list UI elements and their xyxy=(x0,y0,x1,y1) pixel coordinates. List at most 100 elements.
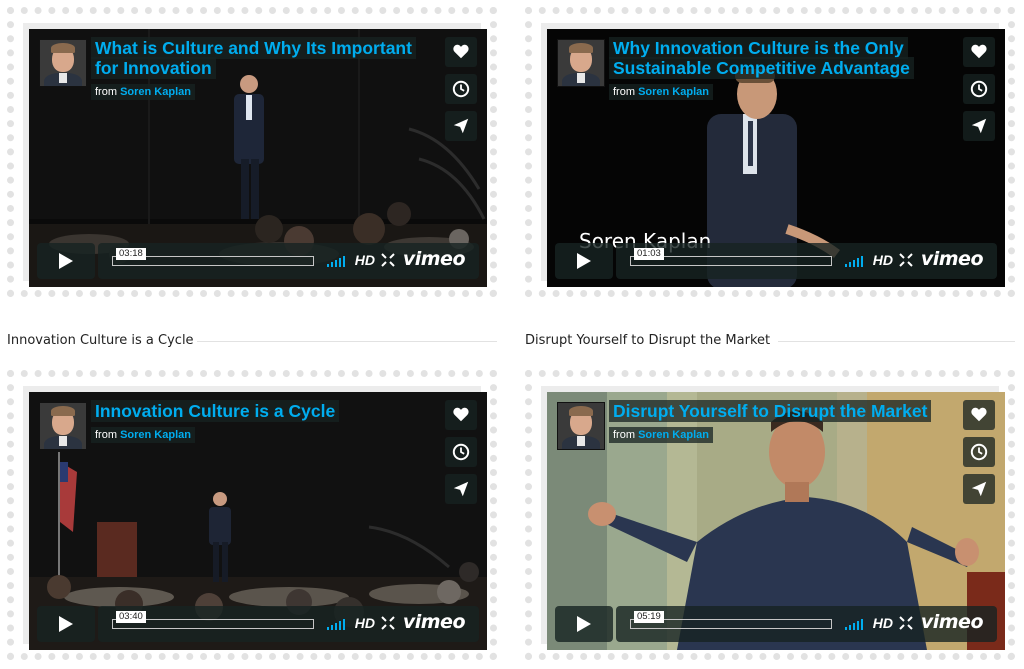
byline-from: from xyxy=(95,86,117,98)
author-link[interactable]: Soren Kaplan xyxy=(638,429,709,441)
watch-later-button[interactable] xyxy=(963,437,995,467)
fullscreen-icon[interactable] xyxy=(381,616,395,630)
fullscreen-icon[interactable] xyxy=(899,616,913,630)
volume-bars-icon[interactable] xyxy=(845,255,867,267)
side-buttons xyxy=(963,37,995,148)
video-title[interactable]: Innovation Culture is a Cycle xyxy=(91,400,340,422)
duration-label: 01:03 xyxy=(634,248,664,260)
duration-label: 03:40 xyxy=(116,611,146,623)
video-player[interactable]: Disrupt Yourself to Disrupt the Market f… xyxy=(547,392,1005,650)
byline: from Soren Kaplan xyxy=(91,84,195,100)
like-button[interactable] xyxy=(445,400,477,430)
fullscreen-icon[interactable] xyxy=(381,253,395,267)
volume-bars-icon[interactable] xyxy=(845,618,867,630)
video-card: Soren Kaplan Why Innovation Culture is t… xyxy=(525,7,1015,297)
vimeo-logo[interactable]: vimeo xyxy=(403,248,466,270)
byline: from Soren Kaplan xyxy=(609,84,713,100)
video-card: Disrupt Yourself to Disrupt the Market f… xyxy=(525,370,1015,660)
watch-later-button[interactable] xyxy=(445,437,477,467)
side-buttons xyxy=(963,400,995,511)
player-controls: 05:19 HD vimeo xyxy=(555,606,997,642)
video-title-line1[interactable]: Disrupt Yourself to Disrupt the Market xyxy=(609,400,932,422)
side-buttons xyxy=(445,400,477,511)
video-title[interactable]: What is Culture and Why Its Important fo… xyxy=(91,37,416,79)
video-title-line1[interactable]: Innovation Culture is a Cycle xyxy=(91,400,340,422)
progress-bar[interactable]: 03:40 xyxy=(112,611,314,629)
like-button[interactable] xyxy=(445,37,477,67)
duration-label: 05:19 xyxy=(634,611,664,623)
progress-bar[interactable]: 05:19 xyxy=(630,611,832,629)
share-button[interactable] xyxy=(963,474,995,504)
paper-plane-icon xyxy=(971,481,987,497)
video-card: What is Culture and Why Its Important fo… xyxy=(7,7,497,297)
control-bar: 01:03 HD vimeo xyxy=(616,243,997,279)
play-icon xyxy=(59,616,73,632)
section-label: Innovation Culture is a Cycle xyxy=(7,333,194,348)
watch-later-button[interactable] xyxy=(963,74,995,104)
author-link[interactable]: Soren Kaplan xyxy=(120,86,191,98)
like-button[interactable] xyxy=(963,400,995,430)
share-button[interactable] xyxy=(963,111,995,141)
video-title[interactable]: Why Innovation Culture is the Only Susta… xyxy=(609,37,914,79)
fullscreen-icon[interactable] xyxy=(899,253,913,267)
author-avatar[interactable] xyxy=(39,39,87,87)
clock-icon xyxy=(970,443,988,461)
clock-icon xyxy=(970,80,988,98)
byline: from Soren Kaplan xyxy=(609,427,713,443)
play-icon xyxy=(577,253,591,269)
clock-icon xyxy=(452,443,470,461)
hd-toggle[interactable]: HD xyxy=(355,252,375,268)
hd-toggle[interactable]: HD xyxy=(873,615,893,631)
video-player[interactable]: Soren Kaplan Why Innovation Culture is t… xyxy=(547,29,1005,287)
video-title[interactable]: Disrupt Yourself to Disrupt the Market xyxy=(609,400,932,422)
video-player[interactable]: Innovation Culture is a Cycle from Soren… xyxy=(29,392,487,650)
section-divider xyxy=(778,341,1015,342)
play-button[interactable] xyxy=(555,606,613,642)
vimeo-logo[interactable]: vimeo xyxy=(921,248,984,270)
volume-bars-icon[interactable] xyxy=(327,618,349,630)
video-title-line2[interactable]: Sustainable Competitive Advantage xyxy=(609,57,914,79)
video-title-line2[interactable]: for Innovation xyxy=(91,57,216,79)
video-title-line1[interactable]: What is Culture and Why Its Important xyxy=(91,37,416,59)
heart-icon xyxy=(453,44,469,59)
play-button[interactable] xyxy=(37,606,95,642)
video-title-line1[interactable]: Why Innovation Culture is the Only xyxy=(609,37,908,59)
play-icon xyxy=(59,253,73,269)
author-avatar[interactable] xyxy=(557,402,605,450)
paper-plane-icon xyxy=(971,118,987,134)
duration-label: 03:18 xyxy=(116,248,146,260)
share-button[interactable] xyxy=(445,111,477,141)
byline: from Soren Kaplan xyxy=(91,427,195,443)
author-link[interactable]: Soren Kaplan xyxy=(120,429,191,441)
author-avatar[interactable] xyxy=(557,39,605,87)
like-button[interactable] xyxy=(963,37,995,67)
side-buttons xyxy=(445,37,477,148)
play-button[interactable] xyxy=(555,243,613,279)
hd-toggle[interactable]: HD xyxy=(355,615,375,631)
share-button[interactable] xyxy=(445,474,477,504)
author-avatar[interactable] xyxy=(39,402,87,450)
byline-from: from xyxy=(613,86,635,98)
video-card: Innovation Culture is a Cycle from Soren… xyxy=(7,370,497,660)
hd-toggle[interactable]: HD xyxy=(873,252,893,268)
clock-icon xyxy=(452,80,470,98)
vimeo-logo[interactable]: vimeo xyxy=(403,611,466,633)
play-button[interactable] xyxy=(37,243,95,279)
heart-icon xyxy=(971,407,987,422)
player-controls: 03:40 HD vimeo xyxy=(37,606,479,642)
player-controls: 03:18 HD vimeo xyxy=(37,243,479,279)
section-divider xyxy=(197,341,497,342)
player-controls: 01:03 HD vimeo xyxy=(555,243,997,279)
heart-icon xyxy=(453,407,469,422)
watch-later-button[interactable] xyxy=(445,74,477,104)
progress-bar[interactable]: 03:18 xyxy=(112,248,314,266)
author-link[interactable]: Soren Kaplan xyxy=(638,86,709,98)
video-player[interactable]: What is Culture and Why Its Important fo… xyxy=(29,29,487,287)
volume-bars-icon[interactable] xyxy=(327,255,349,267)
vimeo-logo[interactable]: vimeo xyxy=(921,611,984,633)
paper-plane-icon xyxy=(453,481,469,497)
progress-bar[interactable]: 01:03 xyxy=(630,248,832,266)
byline-from: from xyxy=(613,429,635,441)
control-bar: 03:40 HD vimeo xyxy=(98,606,479,642)
control-bar: 05:19 HD vimeo xyxy=(616,606,997,642)
